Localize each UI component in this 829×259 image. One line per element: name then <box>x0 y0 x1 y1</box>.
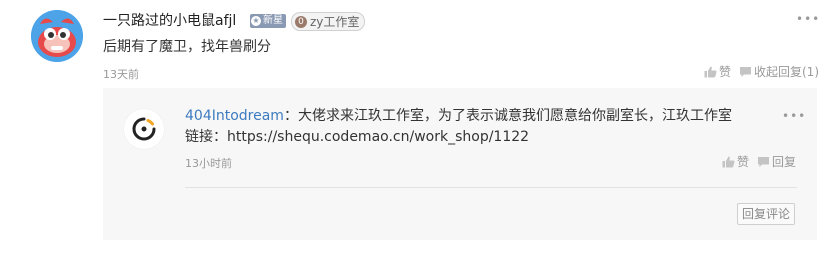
reply-time: 13小时前 <box>185 157 232 170</box>
reply-separator: ： <box>283 108 298 124</box>
comment-like-button[interactable]: 赞 <box>704 63 731 80</box>
reply-comment-button[interactable]: 回复评论 <box>737 203 796 225</box>
thumbs-up-icon <box>722 156 735 167</box>
more-dots-icon: ••• <box>782 109 807 123</box>
loading-ring-avatar-icon <box>124 109 164 149</box>
collapse-reply-label: 收起回复(1) <box>754 65 819 79</box>
comment-username[interactable]: 一只路过的小电鼠afjl <box>103 11 236 31</box>
comment-bubble-icon <box>758 156 769 167</box>
comment-time: 13天前 <box>103 68 139 81</box>
reply-like-label: 赞 <box>737 155 750 169</box>
reply-like-button[interactable]: 赞 <box>722 153 749 170</box>
reply-reply-label: 回复 <box>772 155 797 169</box>
reply-avatar[interactable] <box>124 109 164 149</box>
star-icon: ★ <box>251 16 261 26</box>
studio-badge-number: 0 <box>295 15 307 28</box>
thumbs-up-icon <box>704 66 717 77</box>
user-avatar[interactable] <box>31 10 83 62</box>
reply-author-link[interactable]: 404Intodream <box>185 108 284 124</box>
comment-bubble-icon <box>740 66 751 77</box>
studio-badge-label: zy工作室 <box>310 15 360 29</box>
reply-reply-button[interactable]: 回复 <box>757 153 796 170</box>
comment-content: 后期有了魔卫，找年兽刷分 <box>103 39 271 55</box>
comment-like-label: 赞 <box>719 65 732 79</box>
collapse-reply-button[interactable]: 收起回复(1) <box>739 63 819 80</box>
cartoon-monster-avatar-icon <box>31 10 83 62</box>
new-star-badge: ★ 新星 <box>250 14 286 28</box>
studio-badge[interactable]: 0 zy工作室 <box>291 12 366 31</box>
more-dots-icon: ••• <box>796 12 821 26</box>
new-star-badge-label: 新星 <box>263 15 283 26</box>
reply-message: 404Intodream：大佬求来江玖工作室，为了表示诚意我们愿意给你副室长，江… <box>185 106 745 148</box>
reply-more-button[interactable]: ••• <box>782 109 806 123</box>
reply-divider <box>185 187 797 188</box>
comment-more-button[interactable]: ••• <box>796 12 820 26</box>
